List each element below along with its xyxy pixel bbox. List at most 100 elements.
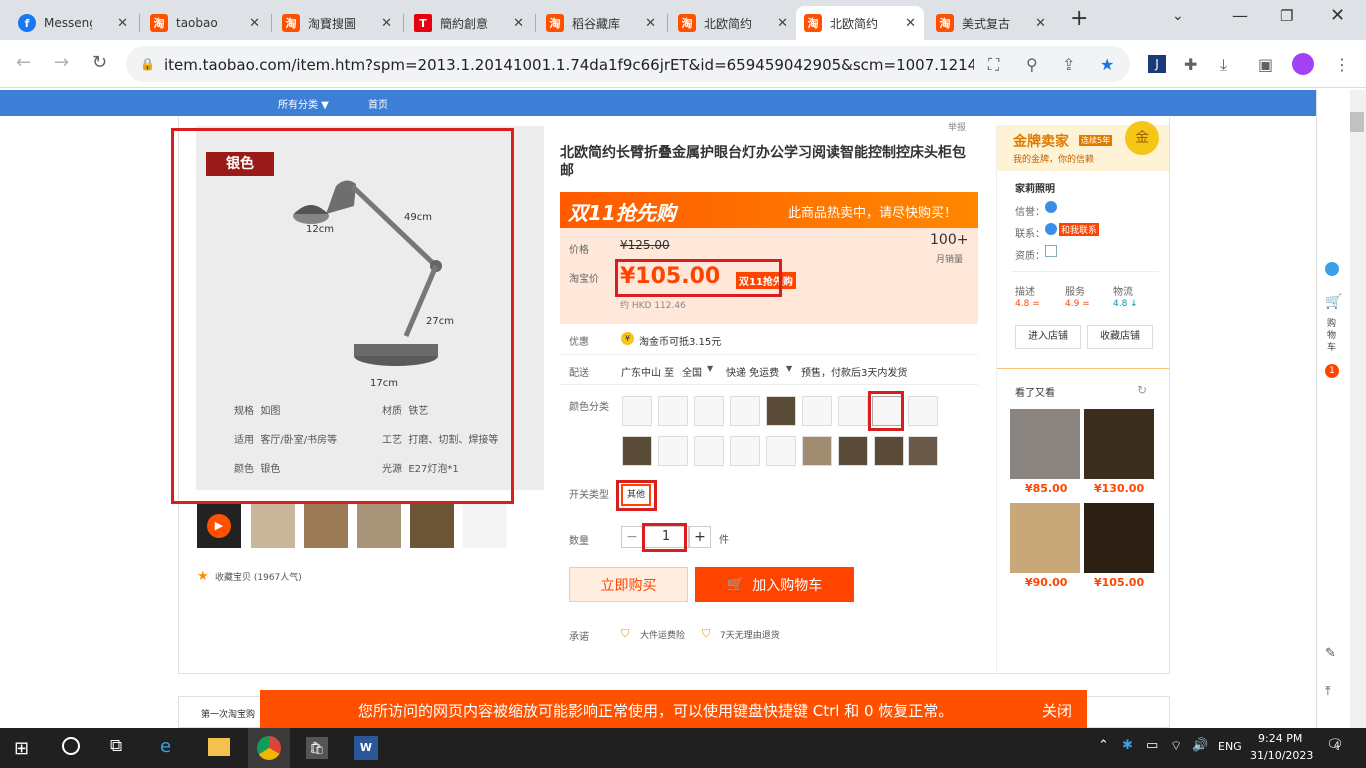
color-swatch[interactable] xyxy=(730,396,760,426)
close-icon[interactable]: ✕ xyxy=(1035,16,1046,31)
back-icon[interactable]: ← xyxy=(16,52,31,73)
color-swatch[interactable] xyxy=(766,396,796,426)
color-swatch[interactable] xyxy=(622,396,652,426)
menu-icon[interactable]: ⋮ xyxy=(1334,55,1350,74)
sidepanel-icon[interactable]: ▣ xyxy=(1258,55,1273,74)
color-swatch[interactable] xyxy=(730,436,760,466)
color-swatch[interactable] xyxy=(802,396,832,426)
close-icon[interactable]: ✕ xyxy=(777,16,788,31)
chrome-icon[interactable] xyxy=(257,736,281,760)
thumbnail[interactable] xyxy=(463,504,507,548)
recommended-item[interactable] xyxy=(1010,409,1080,479)
recommended-item[interactable] xyxy=(1010,503,1080,573)
zoom-icon[interactable]: ⚲ xyxy=(1026,55,1038,74)
recommended-item[interactable] xyxy=(1084,503,1154,573)
edge-icon[interactable]: e xyxy=(160,736,171,757)
thumbnail[interactable] xyxy=(357,504,401,548)
windows-start-icon[interactable]: ⊞ xyxy=(14,738,29,759)
wifi-icon[interactable]: ⌔ xyxy=(1170,738,1182,754)
color-swatch[interactable] xyxy=(908,436,938,466)
thumbnail[interactable] xyxy=(410,504,454,548)
color-swatch[interactable] xyxy=(622,436,652,466)
thumbnail[interactable] xyxy=(304,504,348,548)
extension-j-icon[interactable]: J xyxy=(1148,55,1166,73)
lock-icon[interactable]: 🔒 xyxy=(140,57,155,71)
search-icon[interactable] xyxy=(62,737,80,755)
translate-icon[interactable]: ⛶ xyxy=(988,55,999,75)
wangwang-icon[interactable] xyxy=(1045,223,1057,235)
favorite-item-link[interactable]: 收藏宝贝 (1967人气) xyxy=(215,570,302,583)
battery-icon[interactable]: ▭ xyxy=(1146,738,1158,753)
volume-icon[interactable]: 🔊 xyxy=(1192,738,1208,753)
minimize-icon[interactable]: — xyxy=(1232,6,1248,25)
color-swatch[interactable] xyxy=(694,436,724,466)
file-explorer-icon[interactable] xyxy=(208,738,230,756)
word-icon[interactable]: W xyxy=(354,736,378,760)
window-close-icon[interactable]: ✕ xyxy=(1330,5,1345,26)
chevron-down-icon[interactable]: ▼ xyxy=(786,364,792,373)
cart-label[interactable]: 购物车 xyxy=(1327,318,1339,354)
language-indicator[interactable]: ENG xyxy=(1218,740,1242,753)
close-icon[interactable]: ✕ xyxy=(645,16,656,31)
share-icon[interactable]: ⇪ xyxy=(1062,55,1075,74)
close-icon[interactable]: ✕ xyxy=(249,16,260,31)
close-icon[interactable]: ✕ xyxy=(381,16,392,31)
color-swatch[interactable] xyxy=(874,436,904,466)
enter-shop-button[interactable]: 进入店铺 xyxy=(1015,325,1081,349)
tab-nordic-1[interactable]: 淘 北欧简约 ✕ xyxy=(670,6,796,40)
color-swatch[interactable] xyxy=(838,436,868,466)
quantity-minus-button[interactable]: − xyxy=(621,526,643,548)
tab-simple-creative[interactable]: T 簡約創意 ✕ xyxy=(406,6,532,40)
thumbnail[interactable] xyxy=(251,504,295,548)
category-menu[interactable]: 所有分类 ▼ xyxy=(278,96,329,111)
bookmark-star-icon[interactable]: ★ xyxy=(1100,55,1114,74)
recommended-item[interactable] xyxy=(1084,409,1154,479)
bluetooth-icon[interactable]: ✱ xyxy=(1122,738,1133,753)
store-icon[interactable]: 🛍 xyxy=(306,737,328,759)
task-view-icon[interactable]: ⧉ xyxy=(110,736,122,756)
qualification-icon[interactable] xyxy=(1045,245,1057,257)
shop-name[interactable]: 家莉照明 xyxy=(1015,180,1055,195)
clock-time[interactable]: 9:24 PM xyxy=(1258,732,1302,745)
contact-me-button[interactable]: 和我联系 xyxy=(1059,223,1100,236)
close-icon[interactable]: ✕ xyxy=(117,16,128,31)
refresh-icon[interactable]: ↻ xyxy=(1137,383,1147,397)
download-icon[interactable]: ⤓ xyxy=(1220,55,1227,75)
back-to-top-icon[interactable]: ⤒ xyxy=(1325,684,1331,699)
reload-icon[interactable]: ↻ xyxy=(92,52,107,73)
profile-avatar[interactable] xyxy=(1292,53,1314,75)
feedback-pencil-icon[interactable]: ✎ xyxy=(1325,646,1336,661)
tab-taobao[interactable]: 淘 taobao ✕ xyxy=(142,6,268,40)
url-text[interactable]: item.taobao.com/item.htm?spm=2013.1.2014… xyxy=(164,56,974,74)
promise-item[interactable]: 大件运费险 xyxy=(640,628,685,641)
home-link[interactable]: 首页 xyxy=(368,96,388,111)
color-swatch[interactable] xyxy=(694,396,724,426)
tab-nordic-active[interactable]: 淘 北欧简约 ✕ xyxy=(796,6,924,40)
star-icon[interactable]: ★ xyxy=(197,569,209,584)
color-swatch[interactable] xyxy=(658,396,688,426)
delivery-to-select[interactable]: 全国 xyxy=(682,364,702,379)
close-icon[interactable]: ✕ xyxy=(905,16,916,31)
delivery-fee-select[interactable]: 快递 免运费 xyxy=(726,364,779,379)
add-to-cart-button[interactable]: 🛒 加入购物车 xyxy=(695,567,854,602)
promise-item[interactable]: 7天无理由退货 xyxy=(720,628,780,641)
color-swatch[interactable] xyxy=(766,436,796,466)
close-icon[interactable]: ✕ xyxy=(513,16,524,31)
chevron-up-icon[interactable]: ⌃ xyxy=(1098,738,1109,753)
color-swatch[interactable] xyxy=(802,436,832,466)
service-icon[interactable] xyxy=(1325,262,1339,276)
tab-american-retro[interactable]: 淘 美式复古 ✕ xyxy=(928,6,1054,40)
maximize-icon[interactable]: ❐ xyxy=(1280,7,1293,25)
tab-search-icon[interactable]: ⌄ xyxy=(1172,8,1184,24)
tab-rice-store[interactable]: 淘 稻谷藏库 ✕ xyxy=(538,6,664,40)
color-swatch[interactable] xyxy=(658,436,688,466)
cart-icon[interactable]: 🛒 xyxy=(1325,294,1342,310)
first-time-tab[interactable]: 第一次淘宝购 xyxy=(201,707,255,720)
new-tab-icon[interactable]: + xyxy=(1070,6,1088,31)
extensions-puzzle-icon[interactable]: ✚ xyxy=(1184,55,1197,74)
play-icon[interactable]: ▶ xyxy=(207,514,231,538)
chevron-down-icon[interactable]: ▼ xyxy=(707,364,713,373)
report-link[interactable]: 举报 xyxy=(948,120,966,133)
buy-now-button[interactable]: 立即购买 xyxy=(569,567,688,602)
favorite-shop-button[interactable]: 收藏店铺 xyxy=(1087,325,1153,349)
